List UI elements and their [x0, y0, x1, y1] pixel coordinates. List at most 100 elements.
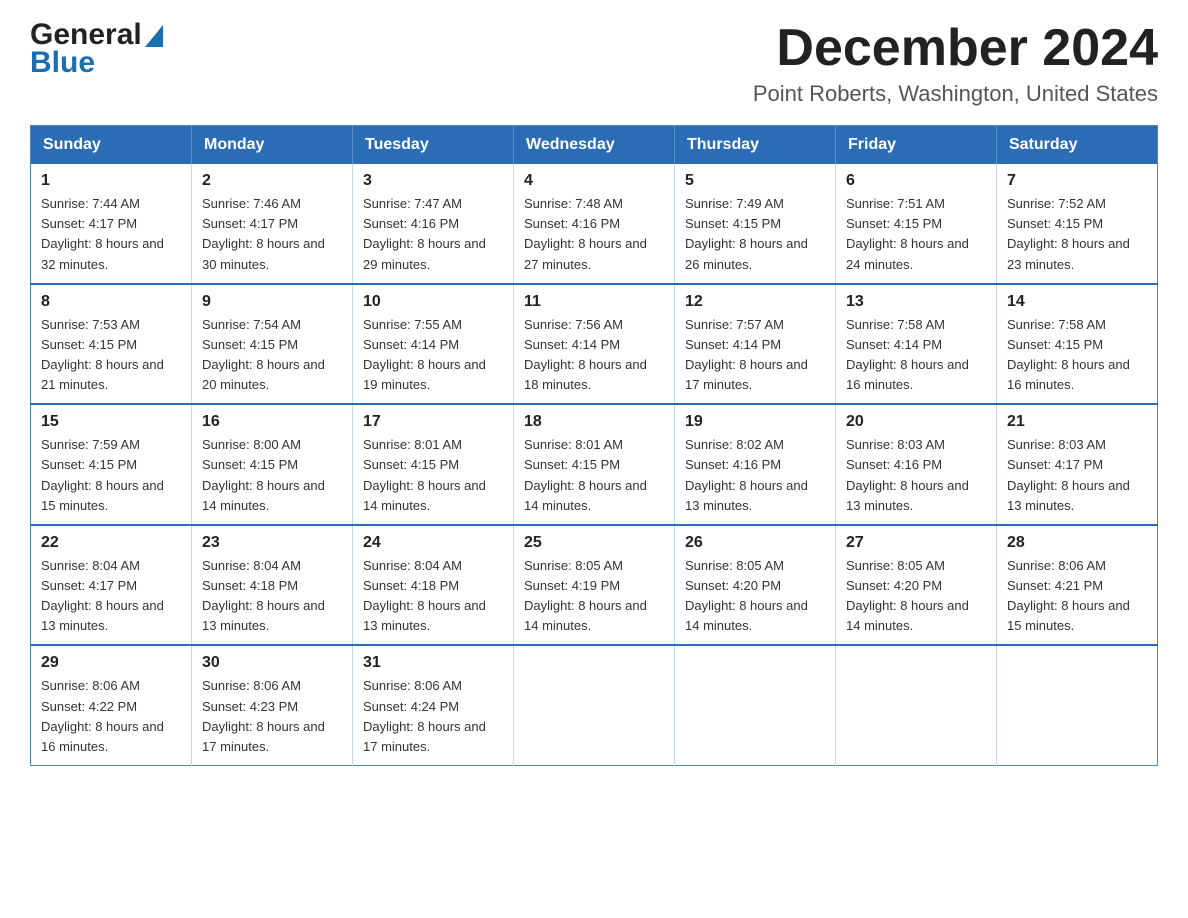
calendar-cell: 22Sunrise: 8:04 AMSunset: 4:17 PMDayligh…: [31, 525, 192, 646]
day-info: Sunrise: 7:53 AMSunset: 4:15 PMDaylight:…: [41, 315, 181, 396]
calendar-cell: 11 Sunrise: 7:56 AMSunset: 4:14 PMDayligh…: [514, 284, 675, 405]
day-number: 4: [524, 172, 664, 190]
week-row-2: 8 Sunrise: 7:53 AMSunset: 4:15 PMDaylight…: [31, 284, 1158, 405]
day-info: Sunrise: 8:01 AMSunset: 4:15 PMDaylight:…: [363, 435, 503, 516]
day-info: Sunrise: 7:58 AMSunset: 4:15 PMDaylight:…: [1007, 315, 1147, 396]
week-row-5: 29 Sunrise: 8:06 AMSunset: 4:22 PMDayligh…: [31, 645, 1158, 765]
calendar-cell: 23 Sunrise: 8:04 AMSunset: 4:18 PMDayligh…: [192, 525, 353, 646]
calendar-cell: 30Sunrise: 8:06 AMSunset: 4:23 PMDayligh…: [192, 645, 353, 765]
day-number: 3: [363, 172, 503, 190]
day-number: 11: [524, 293, 664, 311]
location-title: Point Roberts, Washington, United States: [753, 81, 1158, 107]
day-info: Sunrise: 7:52 AMSunset: 4:15 PMDaylight:…: [1007, 194, 1147, 275]
day-info: Sunrise: 8:03 AMSunset: 4:17 PMDaylight:…: [1007, 435, 1147, 516]
day-info: Sunrise: 8:06 AMSunset: 4:23 PMDaylight:…: [202, 676, 342, 757]
day-info: Sunrise: 7:46 AMSunset: 4:17 PMDaylight:…: [202, 194, 342, 275]
day-info: Sunrise: 7:48 AMSunset: 4:16 PMDaylight:…: [524, 194, 664, 275]
day-info: Sunrise: 8:00 AMSunset: 4:15 PMDaylight:…: [202, 435, 342, 516]
month-title: December 2024: [753, 20, 1158, 77]
calendar-cell: 1Sunrise: 7:44 AMSunset: 4:17 PMDaylight…: [31, 164, 192, 284]
day-number: 26: [685, 534, 825, 552]
weekday-header-row: SundayMondayTuesdayWednesdayThursdayFrid…: [31, 126, 1158, 165]
calendar-cell: [997, 645, 1158, 765]
day-number: 31: [363, 654, 503, 672]
calendar-cell: [514, 645, 675, 765]
day-number: 9: [202, 293, 342, 311]
day-number: 2: [202, 172, 342, 190]
calendar-cell: 27 Sunrise: 8:05 AMSunset: 4:20 PMDayligh…: [836, 525, 997, 646]
day-info: Sunrise: 8:04 AMSunset: 4:18 PMDaylight:…: [363, 556, 503, 637]
day-info: Sunrise: 7:54 AMSunset: 4:15 PMDaylight:…: [202, 315, 342, 396]
calendar-cell: 9 Sunrise: 7:54 AMSunset: 4:15 PMDaylight…: [192, 284, 353, 405]
calendar-cell: 17 Sunrise: 8:01 AMSunset: 4:15 PMDayligh…: [353, 404, 514, 525]
day-info: Sunrise: 8:01 AMSunset: 4:15 PMDaylight:…: [524, 435, 664, 516]
calendar-cell: 13Sunrise: 7:58 AMSunset: 4:14 PMDayligh…: [836, 284, 997, 405]
calendar-cell: 14 Sunrise: 7:58 AMSunset: 4:15 PMDayligh…: [997, 284, 1158, 405]
weekday-header-sunday: Sunday: [31, 126, 192, 165]
day-info: Sunrise: 7:57 AMSunset: 4:14 PMDaylight:…: [685, 315, 825, 396]
calendar-cell: 3 Sunrise: 7:47 AMSunset: 4:16 PMDaylight…: [353, 164, 514, 284]
day-number: 28: [1007, 534, 1147, 552]
calendar-cell: 31 Sunrise: 8:06 AMSunset: 4:24 PMDayligh…: [353, 645, 514, 765]
day-number: 29: [41, 654, 181, 672]
day-number: 6: [846, 172, 986, 190]
day-info: Sunrise: 7:49 AMSunset: 4:15 PMDaylight:…: [685, 194, 825, 275]
logo-triangle-icon: [145, 25, 163, 47]
calendar-cell: 29 Sunrise: 8:06 AMSunset: 4:22 PMDayligh…: [31, 645, 192, 765]
week-row-3: 15 Sunrise: 7:59 AMSunset: 4:15 PMDayligh…: [31, 404, 1158, 525]
calendar-cell: 5 Sunrise: 7:49 AMSunset: 4:15 PMDaylight…: [675, 164, 836, 284]
day-info: Sunrise: 7:59 AMSunset: 4:15 PMDaylight:…: [41, 435, 181, 516]
day-number: 27: [846, 534, 986, 552]
weekday-header-thursday: Thursday: [675, 126, 836, 165]
day-info: Sunrise: 8:05 AMSunset: 4:20 PMDaylight:…: [846, 556, 986, 637]
day-info: Sunrise: 7:56 AMSunset: 4:14 PMDaylight:…: [524, 315, 664, 396]
calendar-cell: 19Sunrise: 8:02 AMSunset: 4:16 PMDayligh…: [675, 404, 836, 525]
calendar-cell: 2 Sunrise: 7:46 AMSunset: 4:17 PMDaylight…: [192, 164, 353, 284]
calendar-cell: 4 Sunrise: 7:48 AMSunset: 4:16 PMDaylight…: [514, 164, 675, 284]
day-number: 1: [41, 172, 181, 190]
logo: General Blue: [30, 20, 163, 78]
day-number: 5: [685, 172, 825, 190]
day-number: 16: [202, 413, 342, 431]
day-info: Sunrise: 7:47 AMSunset: 4:16 PMDaylight:…: [363, 194, 503, 275]
weekday-header-monday: Monday: [192, 126, 353, 165]
calendar-cell: [675, 645, 836, 765]
week-row-1: 1Sunrise: 7:44 AMSunset: 4:17 PMDaylight…: [31, 164, 1158, 284]
day-number: 17: [363, 413, 503, 431]
calendar-cell: [836, 645, 997, 765]
day-info: Sunrise: 8:04 AMSunset: 4:18 PMDaylight:…: [202, 556, 342, 637]
day-info: Sunrise: 7:51 AMSunset: 4:15 PMDaylight:…: [846, 194, 986, 275]
calendar-cell: 6 Sunrise: 7:51 AMSunset: 4:15 PMDaylight…: [836, 164, 997, 284]
day-number: 25: [524, 534, 664, 552]
title-area: December 2024 Point Roberts, Washington,…: [753, 20, 1158, 107]
calendar-cell: 16 Sunrise: 8:00 AMSunset: 4:15 PMDayligh…: [192, 404, 353, 525]
calendar-cell: 28 Sunrise: 8:06 AMSunset: 4:21 PMDayligh…: [997, 525, 1158, 646]
day-info: Sunrise: 8:03 AMSunset: 4:16 PMDaylight:…: [846, 435, 986, 516]
day-info: Sunrise: 8:06 AMSunset: 4:24 PMDaylight:…: [363, 676, 503, 757]
day-info: Sunrise: 8:06 AMSunset: 4:21 PMDaylight:…: [1007, 556, 1147, 637]
calendar-cell: 26 Sunrise: 8:05 AMSunset: 4:20 PMDayligh…: [675, 525, 836, 646]
day-info: Sunrise: 8:05 AMSunset: 4:19 PMDaylight:…: [524, 556, 664, 637]
day-number: 13: [846, 293, 986, 311]
weekday-header-saturday: Saturday: [997, 126, 1158, 165]
day-number: 12: [685, 293, 825, 311]
day-number: 14: [1007, 293, 1147, 311]
day-number: 7: [1007, 172, 1147, 190]
day-info: Sunrise: 8:06 AMSunset: 4:22 PMDaylight:…: [41, 676, 181, 757]
day-info: Sunrise: 8:04 AMSunset: 4:17 PMDaylight:…: [41, 556, 181, 637]
day-number: 24: [363, 534, 503, 552]
day-number: 8: [41, 293, 181, 311]
weekday-header-wednesday: Wednesday: [514, 126, 675, 165]
calendar-cell: 20Sunrise: 8:03 AMSunset: 4:16 PMDayligh…: [836, 404, 997, 525]
calendar-cell: 10Sunrise: 7:55 AMSunset: 4:14 PMDayligh…: [353, 284, 514, 405]
page-header: General Blue December 2024 Point Roberts…: [30, 20, 1158, 107]
day-info: Sunrise: 8:05 AMSunset: 4:20 PMDaylight:…: [685, 556, 825, 637]
calendar-cell: 18Sunrise: 8:01 AMSunset: 4:15 PMDayligh…: [514, 404, 675, 525]
day-number: 23: [202, 534, 342, 552]
calendar-cell: 25 Sunrise: 8:05 AMSunset: 4:19 PMDayligh…: [514, 525, 675, 646]
day-number: 15: [41, 413, 181, 431]
calendar-cell: 24 Sunrise: 8:04 AMSunset: 4:18 PMDayligh…: [353, 525, 514, 646]
calendar-cell: 12 Sunrise: 7:57 AMSunset: 4:14 PMDayligh…: [675, 284, 836, 405]
day-number: 21: [1007, 413, 1147, 431]
calendar-cell: 7 Sunrise: 7:52 AMSunset: 4:15 PMDaylight…: [997, 164, 1158, 284]
